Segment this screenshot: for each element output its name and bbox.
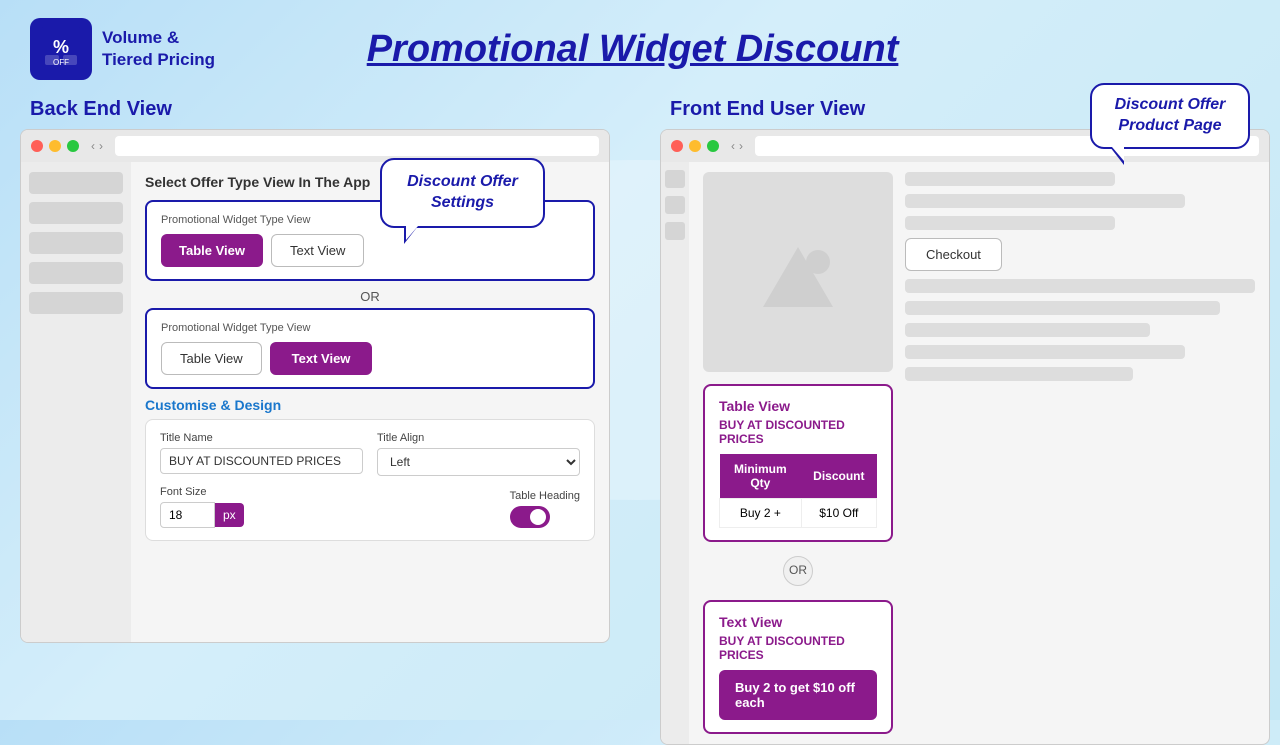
sidebar-item-2 xyxy=(29,202,123,224)
url-bar-left[interactable] xyxy=(115,136,599,156)
tv-subtitle: BUY AT DISCOUNTED PRICES xyxy=(719,418,877,446)
logo-icon: % OFF xyxy=(30,18,92,80)
dot-green[interactable] xyxy=(67,140,79,152)
speech-bubble-left: Discount Offer Settings xyxy=(380,158,545,228)
tv-row1-col1: Buy 2 + xyxy=(720,499,802,528)
forward-arrow[interactable]: › xyxy=(99,139,103,153)
card2-label: Promotional Widget Type View xyxy=(161,322,579,334)
customise-heading: Customise & Design xyxy=(145,397,595,413)
tv-col1-header: Minimum Qty xyxy=(720,454,802,499)
or-divider-left: OR xyxy=(145,289,595,304)
px-badge: px xyxy=(215,503,244,527)
tv-table: Minimum Qty Discount Buy 2 + $10 Off xyxy=(719,454,877,528)
title-align-label: Title Align xyxy=(377,432,580,444)
back-arrow[interactable]: ‹ xyxy=(91,139,95,153)
or-divider-right: OR xyxy=(703,550,893,592)
title-align-select[interactable]: Left Center Right xyxy=(377,448,580,476)
customise-card: Title Name Title Align Left Center Right xyxy=(145,419,595,541)
tv-title: Table View xyxy=(719,398,877,414)
speech-bubble-right: Discount Offer Product Page xyxy=(1090,83,1250,149)
main-content-left: Select Offer Type View In The App Promot… xyxy=(131,162,609,642)
forward-arrow-right[interactable]: › xyxy=(739,139,743,153)
detail-line-3 xyxy=(905,216,1115,230)
back-arrow-right[interactable]: ‹ xyxy=(731,139,735,153)
title-align-group: Title Align Left Center Right xyxy=(377,432,580,476)
font-size-label: Font Size xyxy=(160,486,496,498)
sidebar-item-3 xyxy=(29,232,123,254)
right-column: Front End User View Discount Offer Produ… xyxy=(640,98,1280,745)
bubble-left-line2: Settings xyxy=(400,193,525,214)
detail-line-4 xyxy=(905,279,1255,293)
dot-green-right[interactable] xyxy=(707,140,719,152)
dot-yellow[interactable] xyxy=(49,140,61,152)
table-row: Buy 2 + $10 Off xyxy=(720,499,877,528)
font-size-group: Font Size px xyxy=(160,486,496,528)
header: % OFF Volume & Tiered Pricing Promotiona… xyxy=(0,0,1280,98)
left-sidebar xyxy=(21,162,131,642)
font-size-input-group: px xyxy=(160,502,496,528)
detail-line-1 xyxy=(905,172,1115,186)
right-browser-body: Table View BUY AT DISCOUNTED PRICES Mini… xyxy=(661,162,1269,744)
right-sidebar-item-2 xyxy=(665,196,685,214)
dot-red-right[interactable] xyxy=(671,140,683,152)
sidebar-item-1 xyxy=(29,172,123,194)
frontend-browser: ‹ › xyxy=(660,129,1270,745)
toggle-slider xyxy=(510,506,550,528)
tv-row1-col2: $10 Off xyxy=(801,499,876,528)
tv2-subtitle: BUY AT DISCOUNTED PRICES xyxy=(719,634,877,662)
text-view-widget: Text View BUY AT DISCOUNTED PRICES Buy 2… xyxy=(703,600,893,734)
dot-red[interactable] xyxy=(31,140,43,152)
title-name-group: Title Name xyxy=(160,432,363,476)
browser-body-left: Select Offer Type View In The App Promot… xyxy=(21,162,609,642)
right-main-content: Table View BUY AT DISCOUNTED PRICES Mini… xyxy=(689,162,1269,744)
page-title: Promotional Widget Discount xyxy=(215,28,1050,71)
form-row-2: Font Size px Table Heading xyxy=(160,486,580,528)
or-circle: OR xyxy=(783,556,813,586)
detail-line-2 xyxy=(905,194,1185,208)
backend-label: Back End View xyxy=(20,98,640,121)
table-heading-label: Table Heading xyxy=(510,490,580,502)
detail-line-5 xyxy=(905,301,1220,315)
tv-col2-header: Discount xyxy=(801,454,876,499)
logo-box: % OFF Volume & Tiered Pricing xyxy=(30,18,215,80)
table-view-button-inactive[interactable]: Table View xyxy=(161,342,262,375)
detail-line-6 xyxy=(905,323,1150,337)
right-sidebar-item-3 xyxy=(665,222,685,240)
title-name-input[interactable] xyxy=(160,448,363,474)
card2-buttons: Table View Text View xyxy=(161,342,579,375)
tv2-title: Text View xyxy=(719,614,877,630)
table-view-widget: Table View BUY AT DISCOUNTED PRICES Mini… xyxy=(703,384,893,542)
frontend-label: Front End User View xyxy=(660,98,865,121)
card1-buttons: Table View Text View xyxy=(161,234,579,267)
tv2-offer-btn: Buy 2 to get $10 off each xyxy=(719,670,877,720)
text-view-button-inactive[interactable]: Text View xyxy=(271,234,364,267)
detail-line-7 xyxy=(905,345,1185,359)
product-detail-area: Checkout xyxy=(905,172,1255,734)
title-name-label: Title Name xyxy=(160,432,363,444)
table-view-button-active[interactable]: Table View xyxy=(161,234,263,267)
dot-yellow-right[interactable] xyxy=(689,140,701,152)
logo-text: Volume & Tiered Pricing xyxy=(102,27,215,71)
text-view-button-active[interactable]: Text View xyxy=(270,342,373,375)
checkout-button[interactable]: Checkout xyxy=(905,238,1002,271)
bubble-right-line1: Discount Offer xyxy=(1108,95,1232,116)
font-size-input[interactable] xyxy=(160,502,215,528)
form-row-1: Title Name Title Align Left Center Right xyxy=(160,432,580,476)
sidebar-item-5 xyxy=(29,292,123,314)
bubble-right-line2: Product Page xyxy=(1108,116,1232,137)
product-image-area: Table View BUY AT DISCOUNTED PRICES Mini… xyxy=(703,172,893,734)
svg-text:%: % xyxy=(53,37,69,57)
product-image xyxy=(703,172,893,372)
table-heading-toggle[interactable] xyxy=(510,506,550,528)
bubble-left-line1: Discount Offer xyxy=(400,172,525,193)
widget-card-2: Promotional Widget Type View Table View … xyxy=(145,308,595,389)
right-sidebar xyxy=(661,162,689,744)
detail-line-8 xyxy=(905,367,1133,381)
left-column: Back End View ‹ › xyxy=(20,98,640,745)
sidebar-item-4 xyxy=(29,262,123,284)
browser-nav-left: ‹ › xyxy=(91,139,103,153)
right-sidebar-item-1 xyxy=(665,170,685,188)
table-heading-group: Table Heading xyxy=(510,490,580,528)
browser-nav-right: ‹ › xyxy=(731,139,743,153)
